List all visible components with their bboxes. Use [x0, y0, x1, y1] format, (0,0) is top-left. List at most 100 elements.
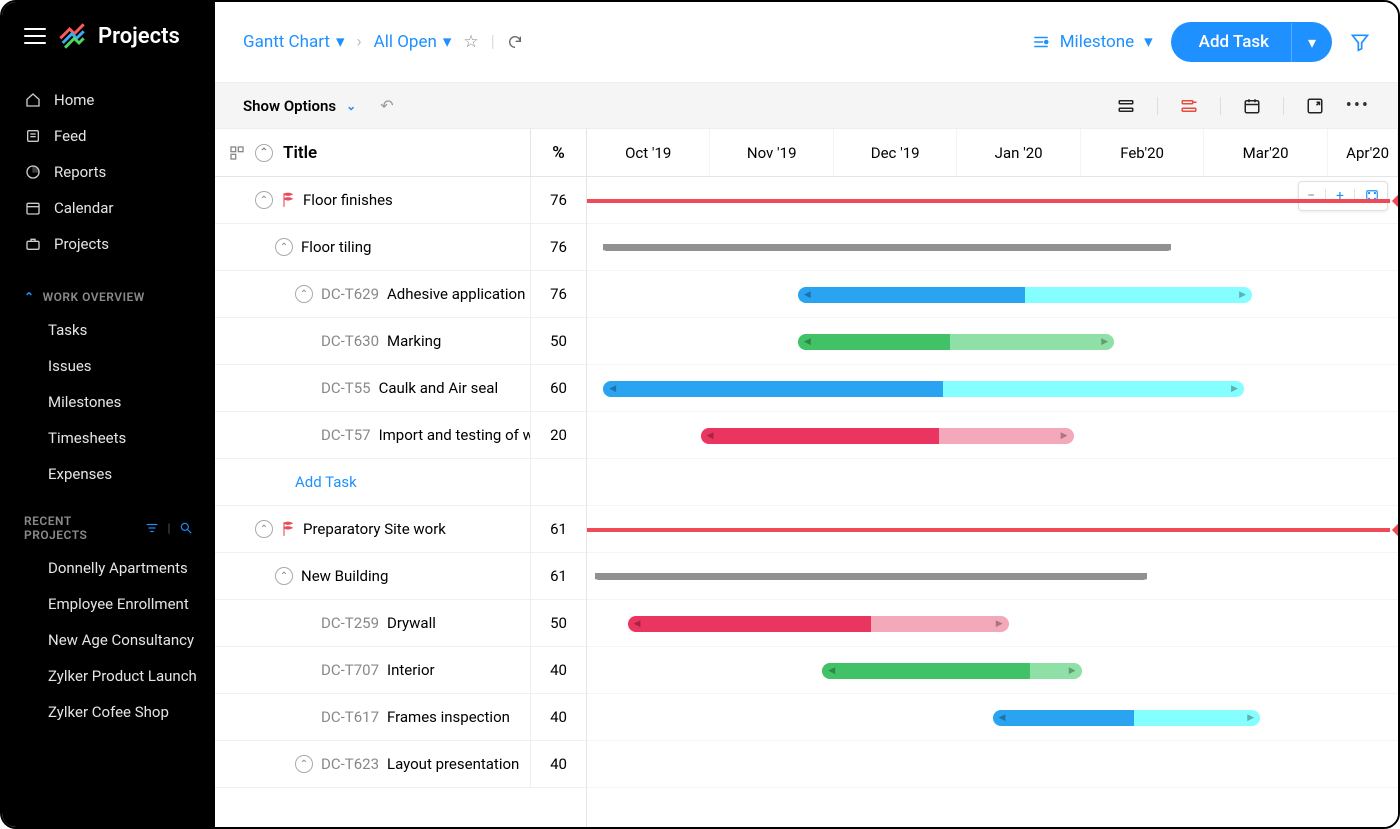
resize-left-icon[interactable]: ◀: [609, 384, 616, 394]
filter-dropdown[interactable]: All Open ▾: [374, 32, 452, 52]
task-bar[interactable]: ◀▶: [798, 334, 1114, 350]
task-id: DC-T55: [321, 379, 371, 397]
resize-right-icon[interactable]: ▶: [1069, 666, 1076, 676]
resize-left-icon[interactable]: ◀: [707, 431, 714, 441]
resize-left-icon[interactable]: ◀: [999, 713, 1006, 723]
critical-path-icon[interactable]: [1180, 97, 1198, 115]
collapse-icon[interactable]: ⌃: [275, 238, 293, 256]
row-title[interactable]: Layout presentation: [387, 755, 519, 773]
row-title[interactable]: Marking: [387, 332, 441, 350]
row-title[interactable]: Import and testing of woo..: [379, 426, 530, 444]
more-icon[interactable]: •••: [1346, 95, 1370, 116]
work-overview-label[interactable]: ⌃ WORK OVERVIEW: [2, 268, 215, 312]
collapse-icon[interactable]: ⌃: [255, 191, 273, 209]
row-title[interactable]: Interior: [387, 661, 435, 679]
feed-icon: [24, 128, 42, 144]
recent-project[interactable]: New Age Consultancy: [2, 622, 215, 658]
collapse-all-icon[interactable]: ⌃: [255, 144, 273, 162]
row-title[interactable]: Floor finishes: [303, 191, 393, 209]
add-task-inline[interactable]: Add Task: [295, 473, 357, 491]
resize-left-icon[interactable]: ◀: [634, 619, 641, 629]
today-icon[interactable]: [1243, 97, 1261, 115]
funnel-icon[interactable]: [1350, 32, 1370, 52]
recent-project[interactable]: Donnelly Apartments: [2, 550, 215, 586]
nav-calendar[interactable]: Calendar: [2, 190, 215, 226]
row-title[interactable]: Frames inspection: [387, 708, 510, 726]
task-bar[interactable]: ◀▶: [798, 287, 1252, 303]
search-icon[interactable]: [179, 521, 193, 535]
star-icon[interactable]: ☆: [463, 32, 478, 52]
recent-project[interactable]: Employee Enrollment: [2, 586, 215, 622]
resize-left-icon[interactable]: ◀: [804, 337, 811, 347]
add-task-dropdown[interactable]: ▾: [1291, 23, 1332, 62]
resize-left-icon[interactable]: ◀: [828, 666, 835, 676]
percent-value: 76: [530, 271, 586, 317]
task-id: DC-T57: [321, 426, 371, 444]
resize-right-icon[interactable]: ▶: [1061, 431, 1068, 441]
resize-right-icon[interactable]: ▶: [1101, 337, 1108, 347]
wo-expenses[interactable]: Expenses: [2, 456, 215, 492]
fullscreen-icon[interactable]: [1306, 97, 1324, 115]
baseline-icon[interactable]: [1117, 97, 1135, 115]
wo-issues[interactable]: Issues: [2, 348, 215, 384]
collapse-icon[interactable]: ⌃: [295, 285, 313, 303]
percent-column-header[interactable]: %: [530, 129, 586, 176]
collapse-icon[interactable]: ⌃: [275, 567, 293, 585]
add-task-button[interactable]: Add Task ▾: [1171, 22, 1332, 62]
resize-right-icon[interactable]: ▶: [1239, 290, 1246, 300]
milestone-icon: [281, 192, 295, 208]
row-title[interactable]: Adhesive application: [387, 285, 525, 303]
wo-timesheets[interactable]: Timesheets: [2, 420, 215, 456]
home-icon: [24, 92, 42, 108]
percent-value: 61: [530, 506, 586, 552]
percent-value: 50: [530, 600, 586, 646]
title-column-header[interactable]: Title: [283, 143, 317, 163]
recent-project[interactable]: Zylker Product Launch: [2, 658, 215, 694]
show-options[interactable]: Show Options ⌄: [243, 97, 356, 115]
task-bar[interactable]: ◀▶: [701, 428, 1074, 444]
filter-icon[interactable]: [145, 521, 159, 535]
task-bar[interactable]: ◀▶: [993, 710, 1261, 726]
row-title[interactable]: Preparatory Site work: [303, 520, 446, 538]
row-title[interactable]: Floor tiling: [301, 238, 371, 256]
breadcrumb-separator: ›: [357, 32, 362, 52]
collapse-icon[interactable]: ⌃: [255, 520, 273, 538]
month-header: Jan '20: [957, 129, 1080, 176]
row-title[interactable]: Caulk and Air seal: [379, 379, 499, 397]
nav-projects[interactable]: Projects: [2, 226, 215, 262]
recent-projects-label: RECENT PROJECTS |: [2, 492, 215, 550]
percent-value: 20: [530, 412, 586, 458]
resize-right-icon[interactable]: ▶: [1231, 384, 1238, 394]
recent-project[interactable]: Zylker Cofee Shop: [2, 694, 215, 730]
task-id: DC-T259: [321, 614, 379, 632]
group-bar[interactable]: [595, 573, 1146, 580]
view-dropdown[interactable]: Gantt Chart ▾: [243, 32, 345, 52]
month-header: Feb'20: [1081, 129, 1204, 176]
milestone-icon: [281, 521, 295, 537]
menu-icon[interactable]: [24, 28, 46, 44]
task-bar[interactable]: ◀▶: [822, 663, 1082, 679]
wo-milestones[interactable]: Milestones: [2, 384, 215, 420]
nav-home[interactable]: Home: [2, 82, 215, 118]
resize-right-icon[interactable]: ▶: [1247, 713, 1254, 723]
milestone-bar[interactable]: [587, 528, 1390, 532]
nav-reports[interactable]: Reports: [2, 154, 215, 190]
month-header: Nov '19: [710, 129, 833, 176]
percent-value: [530, 459, 586, 505]
task-bar[interactable]: ◀▶: [603, 381, 1244, 397]
resize-left-icon[interactable]: ◀: [804, 290, 811, 300]
task-bar[interactable]: ◀▶: [628, 616, 1009, 632]
milestone-dropdown[interactable]: Milestone ▾: [1032, 32, 1153, 52]
row-title[interactable]: New Building: [301, 567, 388, 585]
milestone-bar[interactable]: [587, 199, 1390, 203]
group-bar[interactable]: [603, 244, 1171, 251]
wo-tasks[interactable]: Tasks: [2, 312, 215, 348]
refresh-icon[interactable]: [507, 34, 523, 50]
row-title[interactable]: Drywall: [387, 614, 436, 632]
resize-right-icon[interactable]: ▶: [996, 619, 1003, 629]
collapse-icon[interactable]: ⌃: [295, 755, 313, 773]
nav-feed[interactable]: Feed: [2, 118, 215, 154]
view-mode-icon[interactable]: [229, 145, 245, 161]
milestone-diamond: [1392, 194, 1398, 208]
undo-icon[interactable]: ↶: [380, 96, 393, 115]
